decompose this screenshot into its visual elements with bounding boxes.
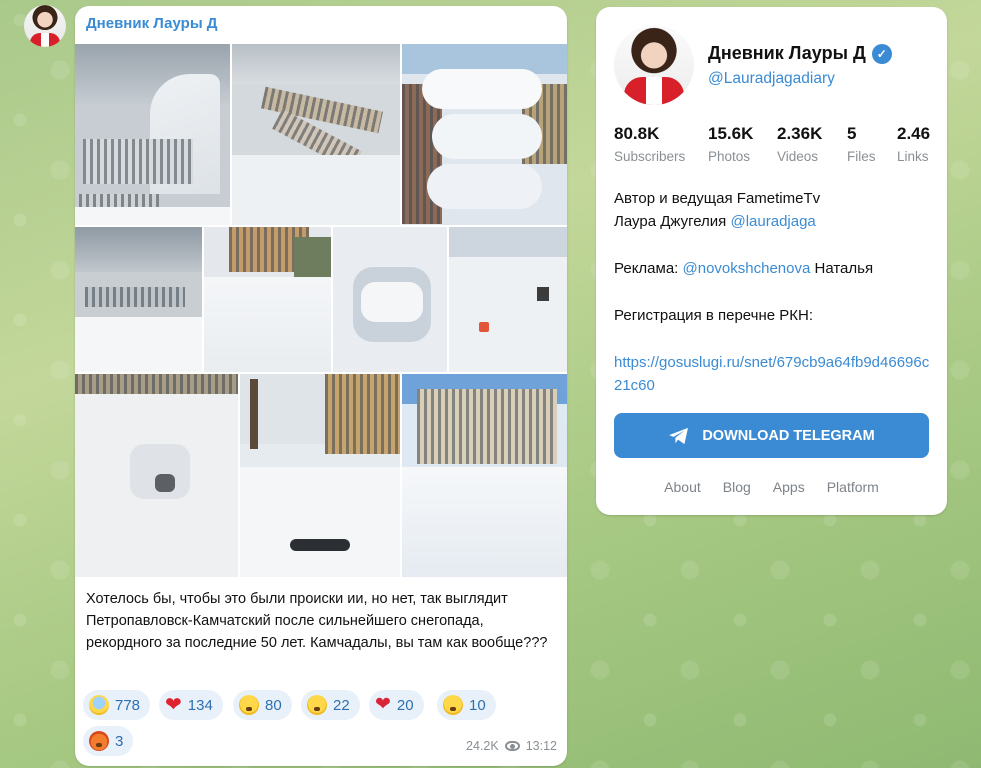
- channel-avatar-large: [614, 25, 694, 105]
- album-photo[interactable]: [333, 227, 447, 372]
- channel-avatar[interactable]: [24, 5, 66, 47]
- mention-link[interactable]: @lauradjaga: [730, 213, 815, 230]
- footer-link-about[interactable]: About: [664, 479, 701, 495]
- thinking-face-icon: [443, 695, 463, 715]
- mention-link[interactable]: @novokshchenova: [683, 260, 811, 277]
- red-heart-icon: ❤: [165, 694, 182, 716]
- album-photo[interactable]: [75, 227, 202, 372]
- channel-stats: 80.8K Subscribers 15.6K Photos 2.36K Vid…: [614, 124, 947, 168]
- channel-name: Дневник Лауры Д ✓: [708, 43, 892, 64]
- album-photo[interactable]: [232, 44, 400, 225]
- album-photo[interactable]: [204, 227, 331, 372]
- stat-links: 2.46 Links: [897, 124, 931, 164]
- photo-album-grid: [75, 44, 567, 577]
- post-meta: 24.2K 13:12: [466, 739, 557, 753]
- stat-subscribers: 80.8K Subscribers: [614, 124, 686, 164]
- reaction-button[interactable]: 80: [233, 690, 292, 720]
- post-caption: Хотелось бы, чтобы это были происки ии, …: [86, 591, 548, 651]
- exploding-head-icon: [239, 695, 259, 715]
- album-photo[interactable]: [449, 227, 567, 372]
- cursing-face-icon: [89, 731, 109, 751]
- footer-link-apps[interactable]: Apps: [773, 479, 805, 495]
- download-telegram-button[interactable]: DOWNLOAD TELEGRAM: [614, 413, 929, 458]
- post-channel-title[interactable]: Дневник Лауры Д: [86, 15, 217, 32]
- reaction-button[interactable]: 22: [301, 690, 360, 720]
- stat-videos: 2.36K Videos: [777, 124, 823, 164]
- rofl-face-icon: [307, 695, 327, 715]
- reaction-button[interactable]: 778: [83, 690, 151, 720]
- stat-files: 5 Files: [847, 124, 876, 164]
- post-time: 13:12: [525, 739, 557, 753]
- footer-link-platform[interactable]: Platform: [827, 479, 879, 495]
- album-photo[interactable]: [75, 374, 238, 577]
- eye-icon: [504, 741, 520, 751]
- channel-post: Дневник Лауры Д Хотелось бы, чтобы это б…: [75, 6, 567, 766]
- album-photo[interactable]: [240, 374, 400, 577]
- footer-links: About Blog Apps Platform: [596, 479, 947, 495]
- reaction-button[interactable]: 10: [437, 690, 496, 720]
- reaction-button[interactable]: ❤ 20: [369, 690, 424, 720]
- broken-heart-icon: ❤: [375, 694, 391, 715]
- verified-badge-icon: ✓: [871, 43, 892, 64]
- telegram-plane-icon: [669, 427, 689, 444]
- channel-handle[interactable]: @Lauradjagadiary: [708, 70, 835, 88]
- album-photo[interactable]: [75, 44, 230, 225]
- reaction-button[interactable]: ❤ 134: [159, 690, 223, 720]
- album-photo[interactable]: [402, 44, 567, 225]
- footer-link-blog[interactable]: Blog: [723, 479, 751, 495]
- screaming-face-icon: [89, 695, 109, 715]
- rkn-text: Регистрация в перечне РКН:: [614, 307, 813, 324]
- channel-description: Автор и ведущая FametimeTv Лаура Джугели…: [614, 187, 934, 421]
- view-count: 24.2K: [466, 739, 499, 753]
- album-photo[interactable]: [402, 374, 567, 577]
- channel-info-card: Дневник Лауры Д ✓ @Lauradjagadiary 80.8K…: [596, 7, 947, 515]
- stat-photos: 15.6K Photos: [708, 124, 754, 164]
- rkn-link[interactable]: https://gosuslugi.ru/snet/679cb9a64fb9d4…: [614, 351, 934, 397]
- reaction-button[interactable]: 3: [83, 726, 134, 756]
